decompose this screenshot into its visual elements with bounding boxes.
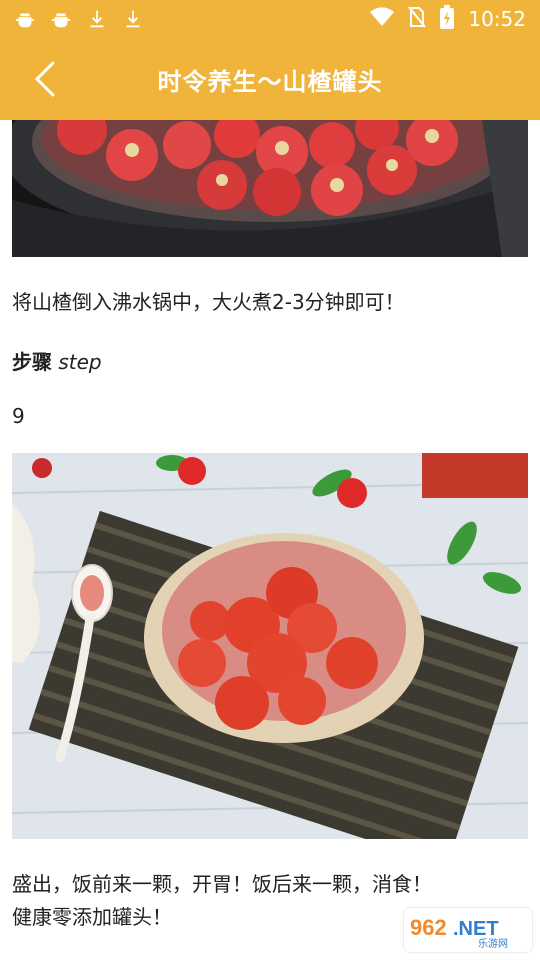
back-button[interactable] xyxy=(22,56,68,102)
download-icon xyxy=(122,8,144,30)
svg-text:.NET: .NET xyxy=(453,918,499,940)
instruction-text-1: 将山楂倒入沸水锅中，大火煮2-3分钟即可！ xyxy=(12,290,405,314)
svg-text:乐游网: 乐游网 xyxy=(478,937,508,949)
step-label-en: step xyxy=(58,350,102,374)
app-header: 时令养生～山楂罐头 xyxy=(0,38,540,120)
status-bar: 10:52 xyxy=(0,0,540,38)
bug-icon xyxy=(50,8,72,30)
wifi-icon xyxy=(370,6,395,32)
instruction-text-2-line1: 盛出，饭前来一颗，开胃！饭后来一颗，消食！ xyxy=(12,872,432,896)
status-left-icons xyxy=(0,8,144,30)
chevron-left-icon xyxy=(34,61,55,97)
svg-text:962: 962 xyxy=(410,915,447,940)
download-icon xyxy=(86,8,108,30)
site-watermark-logo: 962 .NET 乐游网 xyxy=(404,908,532,952)
step-label-cn: 步骤 xyxy=(12,350,52,374)
hawthorn-compote-image xyxy=(12,453,528,839)
step-number: 9 xyxy=(12,404,25,428)
recipe-content: 将山楂倒入沸水锅中，大火煮2-3分钟即可！ 步骤 step 9 盛出，饭前来一颗… xyxy=(0,120,540,960)
step-heading: 步骤 step xyxy=(12,346,102,375)
battery-icon xyxy=(440,4,455,34)
status-right: 10:52 xyxy=(370,4,540,34)
page-title: 时令养生～山楂罐头 xyxy=(157,67,383,96)
no-sim-icon xyxy=(408,5,427,33)
status-time: 10:52 xyxy=(468,7,526,31)
bug-icon xyxy=(14,8,36,30)
boiling-hawthorn-image xyxy=(12,120,528,257)
